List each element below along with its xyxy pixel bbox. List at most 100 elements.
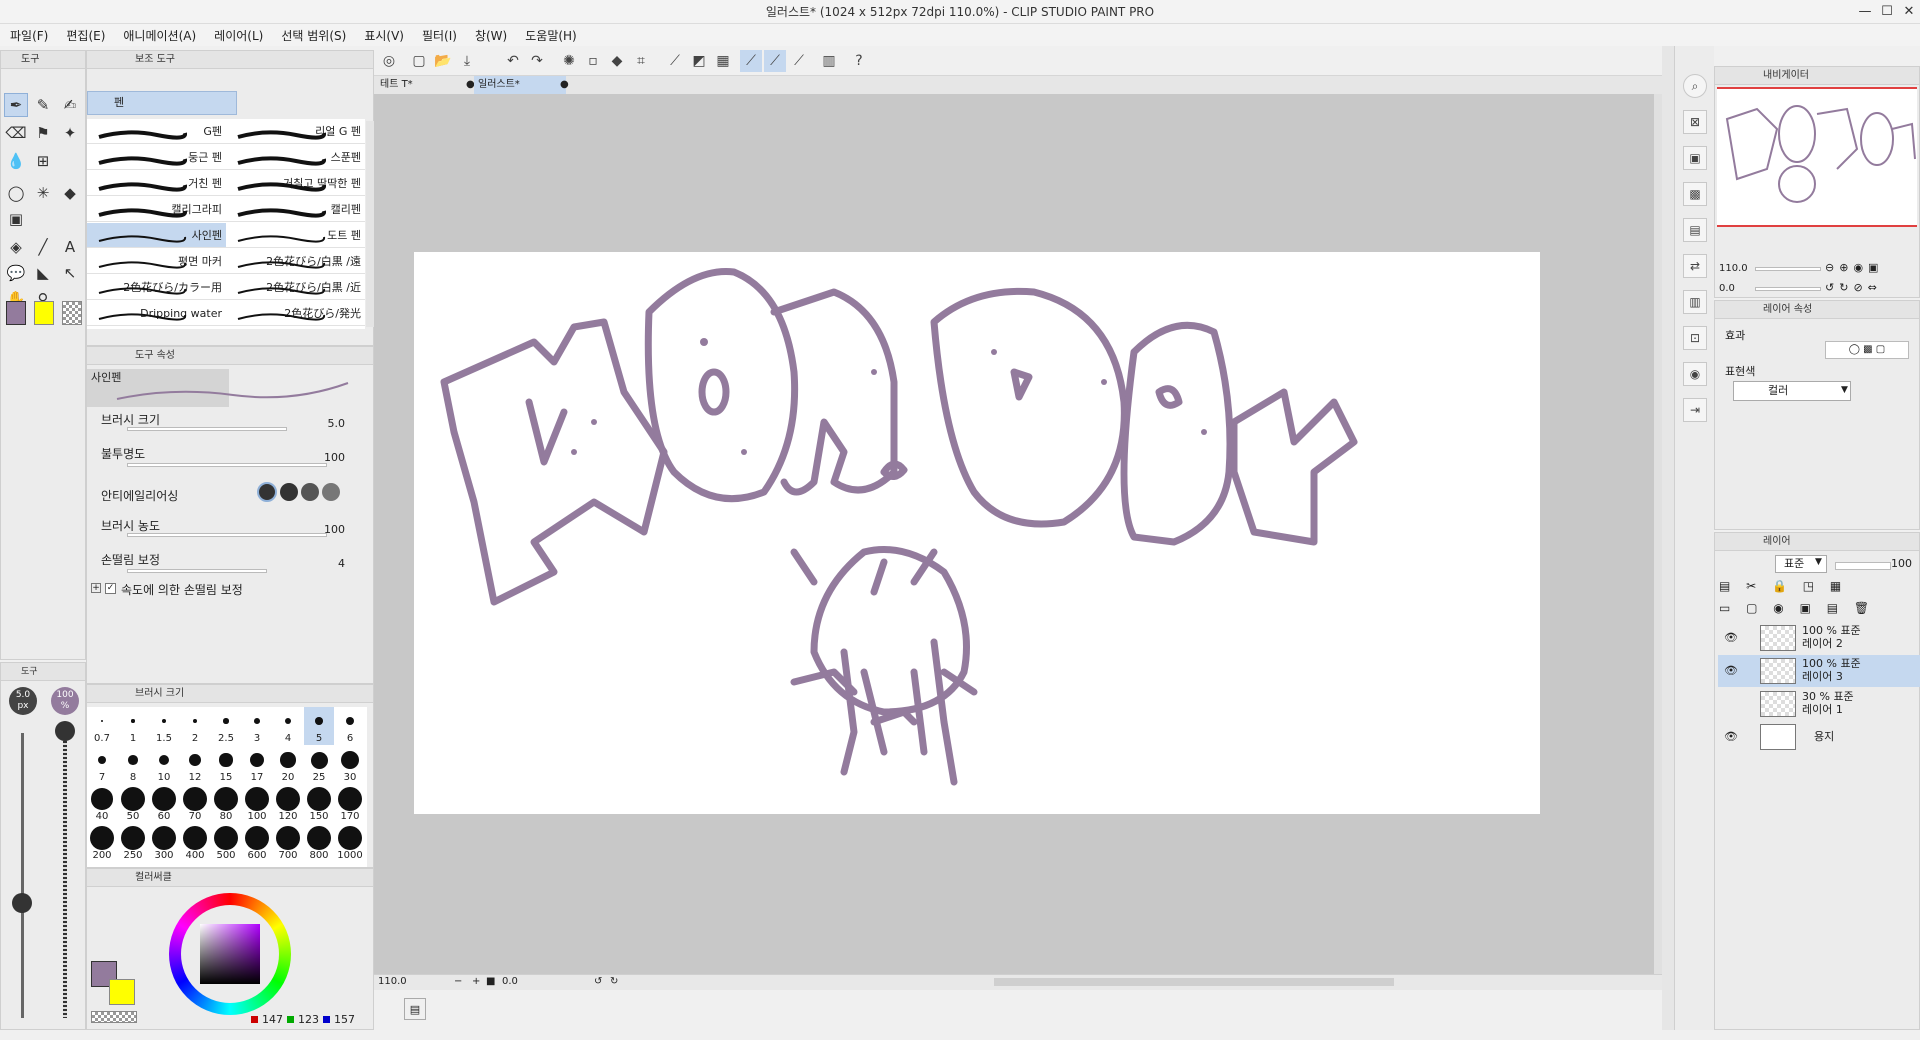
opacity-slider-handle[interactable] — [55, 721, 75, 741]
pattern-icon[interactable]: ▩ — [1683, 182, 1707, 206]
blend-icon[interactable]: 💧 — [4, 149, 28, 173]
brush-size-cell[interactable]: 40 — [87, 785, 117, 823]
antialias-strong-icon[interactable] — [322, 483, 340, 501]
clear-outside-icon[interactable]: ▫ — [582, 50, 604, 72]
brush-item[interactable]: 평면 마커 — [87, 249, 226, 274]
antialias-medium-icon[interactable] — [301, 483, 319, 501]
timeline-icon[interactable]: ▤ — [404, 998, 426, 1020]
rotate-left-icon[interactable]: ↺ — [594, 976, 602, 987]
brush-size-cell[interactable]: 2.5 — [211, 707, 241, 745]
brush-size-cell[interactable]: 7 — [87, 746, 117, 784]
save-icon[interactable]: ⤓ — [456, 50, 478, 72]
zoom-in-circle-icon[interactable]: ⊕ — [1839, 261, 1848, 274]
snap-grid-icon[interactable]: ▦ — [712, 50, 734, 72]
antialias-weak-icon[interactable] — [280, 483, 298, 501]
reset-rotate-icon[interactable]: ⊘ — [1853, 281, 1862, 294]
brush-item[interactable]: 스푼펜 — [226, 145, 365, 170]
zoom-out-circle-icon[interactable]: ⊖ — [1825, 261, 1834, 274]
menu-window[interactable]: 창(W) — [475, 27, 507, 44]
menu-filter[interactable]: 필터(I) — [422, 27, 457, 44]
subtool-tab[interactable]: 보조 도구 — [87, 51, 373, 69]
pen-tilt-icon[interactable]: ⟋ — [788, 50, 810, 72]
brush-size-cell[interactable]: 80 — [211, 785, 241, 823]
zoom-in-icon[interactable]: + — [472, 976, 480, 987]
navigator-zoom[interactable]: 110.0 — [1719, 263, 1748, 274]
fill-command-icon[interactable]: ◆ — [606, 50, 628, 72]
opacity-slider[interactable] — [127, 463, 327, 467]
close-icon[interactable]: ✕ — [1898, 0, 1920, 24]
pen-pressure-icon[interactable]: ⟋ — [740, 50, 762, 72]
visibility-eye-icon[interactable]: 👁 — [1724, 731, 1738, 743]
density-slider[interactable] — [127, 533, 327, 537]
brush-size-cell[interactable]: 60 — [149, 785, 179, 823]
speed-stab-checkbox[interactable]: ✓ — [105, 583, 116, 594]
brush-item[interactable]: G펜 — [87, 119, 226, 144]
brush-size-cell[interactable]: 200 — [87, 824, 117, 862]
layer-row[interactable]: 👁 용지 — [1718, 721, 1920, 753]
minimize-icon[interactable]: — — [1854, 0, 1876, 24]
menu-file[interactable]: 파일(F) — [10, 27, 48, 44]
layer-tools-row-1[interactable]: ▤ ✂ 🔒 ◳ ▦ — [1719, 579, 1847, 593]
correct-line-icon[interactable]: ↖ — [58, 261, 82, 285]
history-icon[interactable]: ▥ — [1683, 290, 1707, 314]
brush-item[interactable]: 2色花びら/カラー用 — [87, 275, 226, 300]
brush-item[interactable]: 둥근 펜 — [87, 145, 226, 170]
app-icon[interactable]: ◎ — [378, 50, 400, 72]
brush-size-slider[interactable] — [127, 427, 287, 431]
brush-size-cell[interactable]: 500 — [211, 824, 241, 862]
brush-size-value[interactable]: 5.0 — [315, 417, 346, 430]
clear-icon[interactable]: ✺ — [558, 50, 580, 72]
balloon-icon[interactable]: 💬 — [4, 261, 28, 285]
brush-item[interactable]: 사인펜 — [87, 223, 226, 248]
maximize-icon[interactable]: ☐ — [1876, 0, 1898, 24]
status-zoom[interactable]: 110.0 — [378, 976, 407, 987]
undo-icon[interactable]: ↶ — [502, 50, 524, 72]
brush-size-cell[interactable]: 6 — [335, 707, 365, 745]
brush-item[interactable]: 거칠고 딱딱한 펜 — [226, 171, 365, 196]
brush-size-cell[interactable]: 400 — [180, 824, 210, 862]
export-icon[interactable]: ⇥ — [1683, 398, 1707, 422]
brush-size-cell[interactable]: 600 — [242, 824, 272, 862]
sparkle-icon[interactable]: ✦ — [58, 121, 82, 145]
brush-size-cell[interactable]: 1 — [118, 707, 148, 745]
brush-size-cell[interactable]: 120 — [273, 785, 303, 823]
layer-row[interactable]: 30 % 표준 레이어 1 — [1718, 688, 1920, 720]
fit-icon[interactable]: ◉ — [1853, 261, 1863, 274]
tab-illustration[interactable]: 일러스트* — [474, 76, 566, 94]
menu-layer[interactable]: 레이어(L) — [214, 27, 263, 44]
tool-tab[interactable]: 도구 — [1, 51, 85, 69]
snap-off-icon[interactable]: ⟋ — [664, 50, 686, 72]
brush-item[interactable]: 리얼 G 펜 — [226, 119, 365, 144]
sub-color-box[interactable] — [109, 979, 135, 1005]
brush-size-cell[interactable]: 1.5 — [149, 707, 179, 745]
brush-size-cell[interactable]: 12 — [180, 746, 210, 784]
color-square[interactable] — [200, 924, 260, 984]
brush-size-cell[interactable]: 5 — [304, 707, 334, 745]
brush-item[interactable]: Dripping water — [87, 301, 226, 326]
express-color-select[interactable]: 컬러 — [1733, 381, 1851, 401]
menu-edit[interactable]: 편집(E) — [66, 27, 105, 44]
canvas-area[interactable] — [374, 94, 1662, 974]
status-rotate[interactable]: 0.0 — [502, 976, 518, 987]
tab-text[interactable]: 테트 T* — [376, 76, 472, 94]
material-panel-icon[interactable]: ⊠ — [1683, 110, 1707, 134]
lasso-icon[interactable]: ◯ — [4, 181, 28, 205]
image-material-icon[interactable]: ▤ — [1683, 218, 1707, 242]
navigator-preview[interactable] — [1717, 87, 1917, 227]
brush-size-cell[interactable]: 4 — [273, 707, 303, 745]
brush-size-cell[interactable]: 10 — [149, 746, 179, 784]
brush-item[interactable]: 거친 펜 — [87, 171, 226, 196]
canvas-paper[interactable] — [414, 252, 1540, 814]
brush-size-cell[interactable]: 300 — [149, 824, 179, 862]
brush-size-cell[interactable]: 0.7 — [87, 707, 117, 745]
layer-row[interactable]: 👁 100 % 표준 레이어 3 — [1718, 655, 1920, 687]
brush-size-cell[interactable]: 17 — [242, 746, 272, 784]
transform-icon[interactable]: ⌗ — [630, 50, 652, 72]
size-slider-track[interactable] — [21, 733, 24, 1018]
navigator-zoom-slider[interactable] — [1755, 267, 1821, 271]
stabilization-value[interactable]: 4 — [325, 557, 345, 570]
navigator-tab[interactable]: 내비게이터 — [1715, 67, 1919, 85]
brush-size-tab[interactable]: 브러시 크기 — [87, 685, 373, 703]
brush-size-cell[interactable]: 15 — [211, 746, 241, 784]
brush-size-cell[interactable]: 100 — [242, 785, 272, 823]
